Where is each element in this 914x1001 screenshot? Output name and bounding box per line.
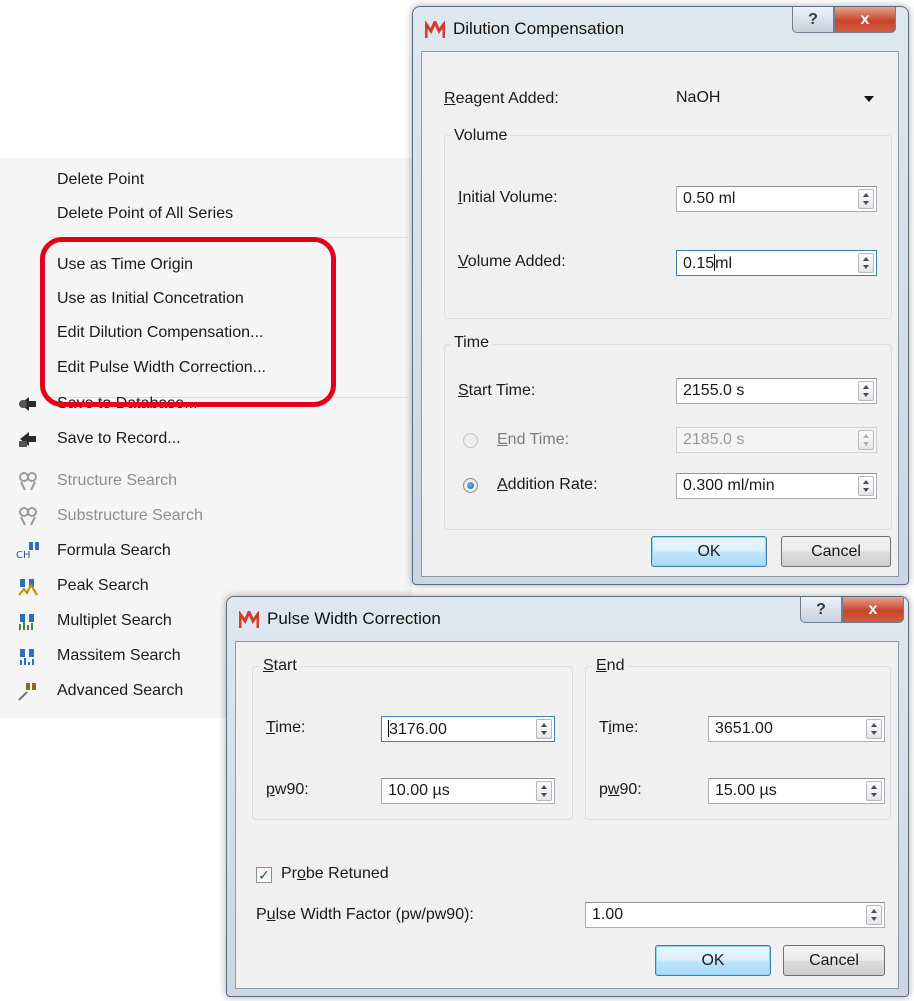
pulse-width-factor-input[interactable]: 1.00 (585, 902, 885, 928)
start-pw90-input[interactable]: 10.00 µs (381, 778, 555, 804)
end-time-label: End Time: (497, 431, 570, 448)
save-to-database-icon (16, 392, 40, 416)
multiplet-search-icon (16, 609, 40, 633)
start-time-value: 3176.00 (389, 721, 447, 738)
start-time-label: Time: (266, 719, 306, 736)
addition-rate-input[interactable]: 0.300 ml/min (676, 473, 877, 499)
start-group-caption: Start (259, 657, 301, 675)
menu-item-delete-point[interactable]: Delete Point (0, 163, 412, 197)
help-button[interactable]: ? (792, 7, 834, 33)
addition-rate-spinner[interactable] (858, 476, 874, 496)
menu-item-label: Massitem Search (57, 647, 181, 664)
save-to-record-icon (16, 427, 40, 451)
start-time-label: Start Time: (458, 382, 536, 399)
addition-rate-label: Addition Rate: (497, 476, 598, 493)
app-icon (238, 608, 260, 629)
close-button[interactable]: x (842, 597, 904, 623)
menu-item-label: Multiplet Search (57, 612, 172, 629)
dialog-body: Reagent Added: NaOH Volume Initial Volum… (421, 51, 899, 577)
cancel-button[interactable]: Cancel (783, 945, 885, 976)
ok-button[interactable]: OK (651, 536, 767, 567)
advanced-search-icon (16, 679, 40, 703)
menu-item-label: Substructure Search (57, 507, 203, 524)
volume-group (444, 135, 892, 319)
menu-item-label: Formula Search (57, 542, 171, 559)
menu-item-save-to-record[interactable]: Save to Record... (0, 422, 412, 456)
start-pw90-spinner[interactable] (536, 781, 552, 801)
highlight-annotation (40, 237, 336, 407)
menu-item-substructure-search: Substructure Search (0, 499, 412, 533)
volume-added-spinner[interactable] (858, 253, 874, 273)
end-time-label: Time: (599, 719, 639, 736)
reagent-added-label: Reagent Added: (444, 90, 559, 107)
volume-added-value: 0.15 (683, 255, 715, 272)
pulse-width-correction-dialog: Pulse Width Correction ? x Start Time: 3… (226, 596, 909, 997)
massitem-search-icon (16, 644, 40, 668)
end-pw90-label: pw90: (599, 781, 642, 798)
end-pw90-spinner[interactable] (866, 781, 882, 801)
menu-item-label: Delete Point (57, 171, 145, 188)
dilution-compensation-dialog: Dilution Compensation ? x Reagent Added:… (412, 6, 909, 585)
start-time-input[interactable]: 3176.00 (381, 716, 555, 742)
pulse-width-factor-spinner[interactable] (866, 905, 882, 925)
initial-volume-spinner[interactable] (858, 189, 874, 209)
time-group-caption: Time (450, 334, 493, 352)
menu-item-structure-search: Structure Search (0, 464, 412, 498)
structure-search-icon (16, 469, 40, 493)
volume-added-label: Volume Added: (458, 253, 566, 270)
menu-item-formula-search[interactable]: CH Formula Search (0, 534, 412, 568)
peak-search-icon (16, 574, 40, 598)
end-time-value: 2185.0 s (683, 431, 745, 448)
start-time-spinner[interactable] (858, 381, 874, 401)
end-time-value: 3651.00 (715, 720, 773, 737)
probe-retuned-label: Probe Retuned (281, 865, 389, 882)
menu-item-label: Save to Record... (57, 430, 181, 447)
dialog-title: Dilution Compensation (453, 19, 625, 38)
reagent-combobox[interactable]: NaOH (669, 85, 883, 111)
menu-item-label: Structure Search (57, 472, 178, 489)
pulse-width-factor-label: Pulse Width Factor (pw/pw90): (256, 906, 474, 923)
end-time-input[interactable]: 3651.00 (708, 716, 885, 742)
app-icon (424, 18, 446, 39)
end-time-spinner[interactable] (866, 719, 882, 739)
end-group-caption: End (592, 657, 629, 675)
addition-rate-value: 0.300 ml/min (683, 477, 775, 494)
chevron-down-icon (864, 96, 874, 102)
dialog-title: Pulse Width Correction (267, 609, 441, 628)
menu-item-label: Advanced Search (57, 682, 184, 699)
dialog-body: Start Time: 3176.00 pw90: 10.00 µs End T… (235, 641, 899, 989)
substructure-search-icon (16, 504, 40, 528)
menu-item-label: Peak Search (57, 577, 149, 594)
menu-item-delete-point-all-series[interactable]: Delete Point of All Series (0, 197, 412, 231)
probe-retuned-checkbox[interactable]: ✓ (256, 867, 272, 883)
formula-search-icon: CH (16, 539, 40, 563)
volume-added-unit: ml (715, 255, 733, 272)
cancel-button[interactable]: Cancel (781, 536, 891, 567)
initial-volume-value: 0.50 ml (683, 190, 736, 207)
start-pw90-label: pw90: (266, 781, 309, 798)
end-pw90-input[interactable]: 15.00 µs (708, 778, 885, 804)
svg-text:CH: CH (16, 550, 31, 561)
start-time-value: 2155.0 s (683, 382, 745, 399)
help-button[interactable]: ? (800, 597, 842, 623)
volume-group-caption: Volume (450, 127, 512, 145)
menu-item-label: Delete Point of All Series (57, 205, 234, 222)
close-button[interactable]: x (834, 7, 896, 33)
start-time-input[interactable]: 2155.0 s (676, 378, 877, 404)
initial-volume-label: Initial Volume: (458, 189, 558, 206)
reagent-value: NaOH (676, 89, 721, 106)
ok-button[interactable]: OK (655, 945, 771, 976)
pulse-width-factor-value: 1.00 (592, 906, 624, 923)
end-time-spinner (858, 430, 874, 450)
end-time-radio[interactable] (463, 433, 478, 448)
end-pw90-value: 15.00 µs (715, 782, 777, 799)
initial-volume-input[interactable]: 0.50 ml (676, 186, 877, 212)
start-pw90-value: 10.00 µs (388, 782, 450, 799)
start-time-spinner[interactable] (536, 719, 552, 739)
end-time-input: 2185.0 s (676, 427, 877, 453)
addition-rate-radio[interactable] (463, 478, 478, 493)
volume-added-input[interactable]: 0.15ml (676, 250, 877, 276)
